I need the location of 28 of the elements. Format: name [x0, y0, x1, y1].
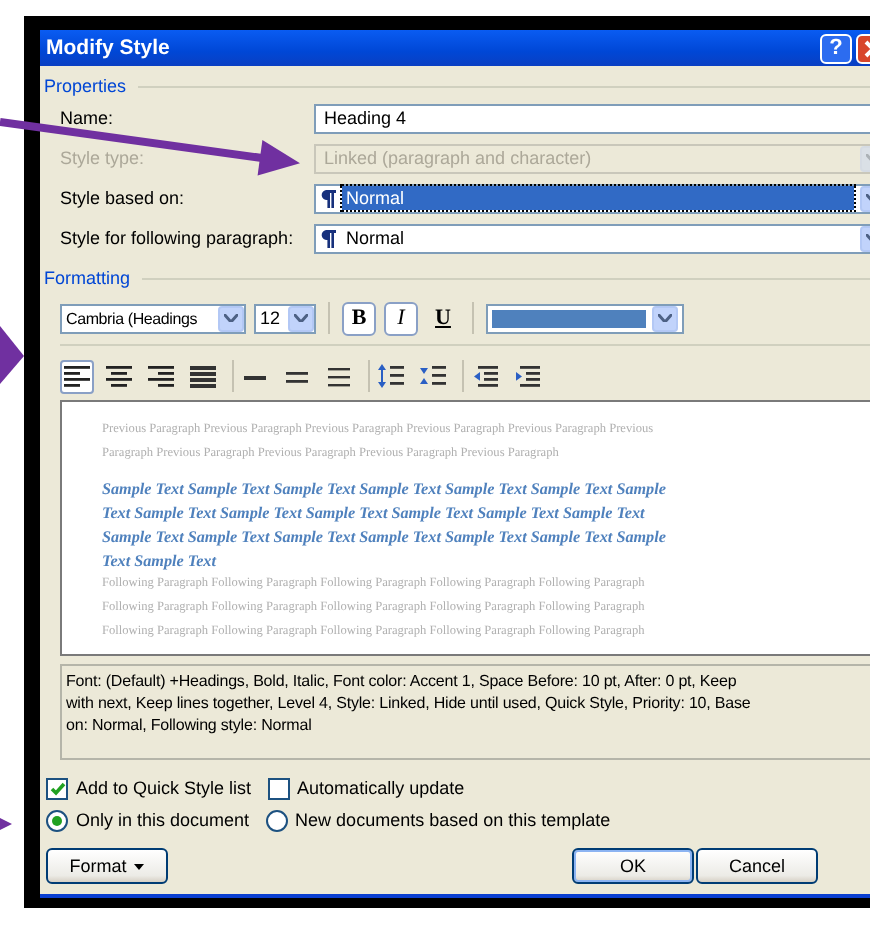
radio-label: Only in this document	[76, 810, 250, 830]
field-label: Style type:	[60, 148, 147, 168]
dropdown-field[interactable]: Normal	[314, 183, 870, 213]
help-button[interactable]: ?	[820, 33, 852, 63]
checkbox-label: Add to Quick Style list	[76, 778, 252, 798]
field-label: Name:	[60, 108, 116, 128]
radio-label: New documents based on this template	[295, 810, 611, 830]
sample-text: Sample Text Sample Text Sample Text Sample Text Sample Text Sample Text Sample	[102, 478, 668, 503]
description-text: Font: (Default) +Headings, Bold, Italic, Font color: Accent 1, Space Before: 10 pt, After: 0 pt, Keep	[66, 670, 739, 692]
field-label: Style based on:	[60, 188, 187, 208]
dialog-button[interactable]: Cancel	[696, 848, 818, 884]
dropdown-field[interactable]: Normal	[314, 223, 870, 253]
field-label: Style for following paragraph:	[60, 228, 296, 248]
checkbox-label: Automatically update	[297, 778, 465, 798]
italic-button[interactable]: I	[384, 301, 418, 335]
dialog-button[interactable]: OK	[572, 848, 694, 884]
sample-text: Text Sample Text Sample Text Sample Text Sample Text Sample Text Sample Text	[102, 502, 647, 526]
bold-button[interactable]: B	[342, 301, 376, 335]
sample-text: Text Sample Text	[102, 549, 219, 573]
description-text: on: Normal, Following style: Normal	[66, 714, 314, 736]
input-field[interactable]: Heading 4	[314, 103, 870, 133]
dialog-button[interactable]: Format	[46, 848, 168, 884]
description-text: with next, Keep lines together, Level 4, Style: Linked, Hide until used, Quick Style, Priority: 10, Base	[66, 692, 753, 714]
sample-text: Sample Text Sample Text Sample Text Sample Text Sample Text Sample Text Sample	[102, 525, 668, 550]
window-title: Modify Style	[46, 36, 172, 60]
font-dropdown[interactable]: Cambria (Headings	[60, 303, 246, 333]
underline-button[interactable]: U	[426, 301, 460, 335]
size-dropdown[interactable]: 12	[254, 303, 316, 333]
